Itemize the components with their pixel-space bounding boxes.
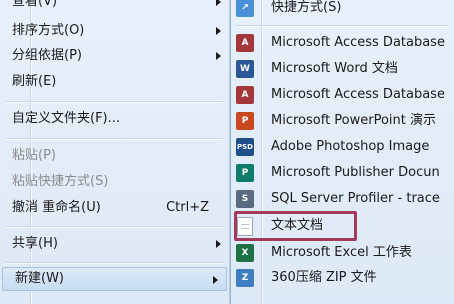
menu-item-undo-rename[interactable]: 撤消 重命名(U) Ctrl+Z	[0, 196, 229, 220]
submenu-item-photoshop[interactable]: PSD Adobe Photoshop Image	[231, 135, 454, 159]
annotation-highlight-box	[234, 211, 357, 241]
menu-item-label: 查看(V)	[12, 0, 58, 9]
new-submenu: ↗ 快捷方式(S) A Microsoft Access Database W …	[230, 0, 454, 304]
submenu-item-access-db-2[interactable]: A Microsoft Access Database	[231, 83, 454, 107]
submenu-item-label: 360压缩 ZIP 文件	[271, 270, 377, 285]
menu-item-label: 分组依据(P)	[12, 48, 82, 63]
submenu-arrow-icon	[216, 27, 221, 35]
photoshop-icon: PSD	[236, 138, 254, 156]
menu-item-label: 共享(H)	[12, 236, 58, 251]
submenu-item-label: Adobe Photoshop Image	[271, 139, 430, 154]
menu-item-label: 自定义文件夹(F)...	[12, 111, 121, 126]
menu-item-paste: 粘贴(P)	[0, 144, 229, 168]
word-icon: W	[236, 60, 254, 78]
submenu-arrow-icon	[213, 276, 218, 284]
menu-item-shortcut: Ctrl+Z	[166, 200, 209, 215]
submenu-item-label: Microsoft Access Database	[271, 87, 445, 102]
submenu-item-sql-profiler[interactable]: S SQL Server Profiler - trace	[231, 187, 454, 211]
submenu-item-label: Microsoft Excel 工作表	[271, 245, 412, 260]
menu-separator	[6, 138, 223, 139]
submenu-item-shortcut[interactable]: ↗ 快捷方式(S)	[231, 0, 454, 20]
menu-separator	[6, 101, 223, 102]
submenu-item-label: SQL Server Profiler - trace	[271, 191, 440, 206]
menu-separator	[237, 25, 448, 26]
access-icon: A	[236, 86, 254, 104]
menu-item-customize-folder[interactable]: 自定义文件夹(F)...	[0, 107, 229, 131]
menu-item-paste-shortcut: 粘贴快捷方式(S)	[0, 170, 229, 194]
shortcut-icon: ↗	[236, 0, 254, 17]
submenu-item-word[interactable]: W Microsoft Word 文档	[231, 57, 454, 81]
submenu-item-powerpoint[interactable]: P Microsoft PowerPoint 演示	[231, 109, 454, 133]
access-icon: A	[236, 34, 254, 52]
submenu-arrow-icon	[216, 240, 221, 248]
submenu-item-excel[interactable]: X Microsoft Excel 工作表	[231, 241, 454, 265]
submenu-arrow-icon	[216, 0, 221, 6]
menu-item-group-by[interactable]: 分组依据(P)	[0, 44, 229, 68]
menu-item-sort-by[interactable]: 排序方式(O)	[0, 19, 229, 43]
menu-item-new[interactable]: 新建(W)	[2, 267, 227, 291]
submenu-item-label: Microsoft Access Database	[271, 35, 445, 50]
menu-separator	[6, 262, 223, 263]
menu-separator	[6, 226, 223, 227]
menu-item-share[interactable]: 共享(H)	[0, 232, 229, 256]
menu-item-label: 刷新(E)	[12, 74, 57, 89]
submenu-item-zip[interactable]: Z 360压缩 ZIP 文件	[231, 266, 454, 290]
submenu-item-label: Microsoft Word 文档	[271, 61, 398, 76]
menu-item-label: 粘贴(P)	[12, 148, 56, 163]
submenu-item-access-db-1[interactable]: A Microsoft Access Database	[231, 31, 454, 55]
menu-item-label: 新建(W)	[15, 271, 64, 286]
menu-item-label: 撤消 重命名(U)	[12, 200, 101, 215]
menu-item-view[interactable]: 查看(V)	[0, 0, 229, 14]
submenu-item-publisher[interactable]: P Microsoft Publisher Docun	[231, 161, 454, 185]
menu-item-refresh[interactable]: 刷新(E)	[0, 70, 229, 94]
powerpoint-icon: P	[236, 112, 254, 130]
menu-item-label: 排序方式(O)	[12, 23, 85, 38]
context-menu: 查看(V) 排序方式(O) 分组依据(P) 刷新(E) 自定义文件夹(F)...…	[0, 0, 230, 304]
publisher-icon: P	[236, 164, 254, 182]
submenu-arrow-icon	[216, 52, 221, 60]
submenu-item-label: 快捷方式(S)	[271, 0, 342, 15]
submenu-item-label: Microsoft PowerPoint 演示	[271, 113, 437, 128]
submenu-item-label: Microsoft Publisher Docun	[271, 165, 440, 180]
sql-profiler-icon: S	[236, 190, 254, 208]
excel-icon: X	[236, 244, 254, 262]
menu-item-label: 粘贴快捷方式(S)	[12, 174, 109, 189]
zip-icon: Z	[236, 269, 254, 287]
